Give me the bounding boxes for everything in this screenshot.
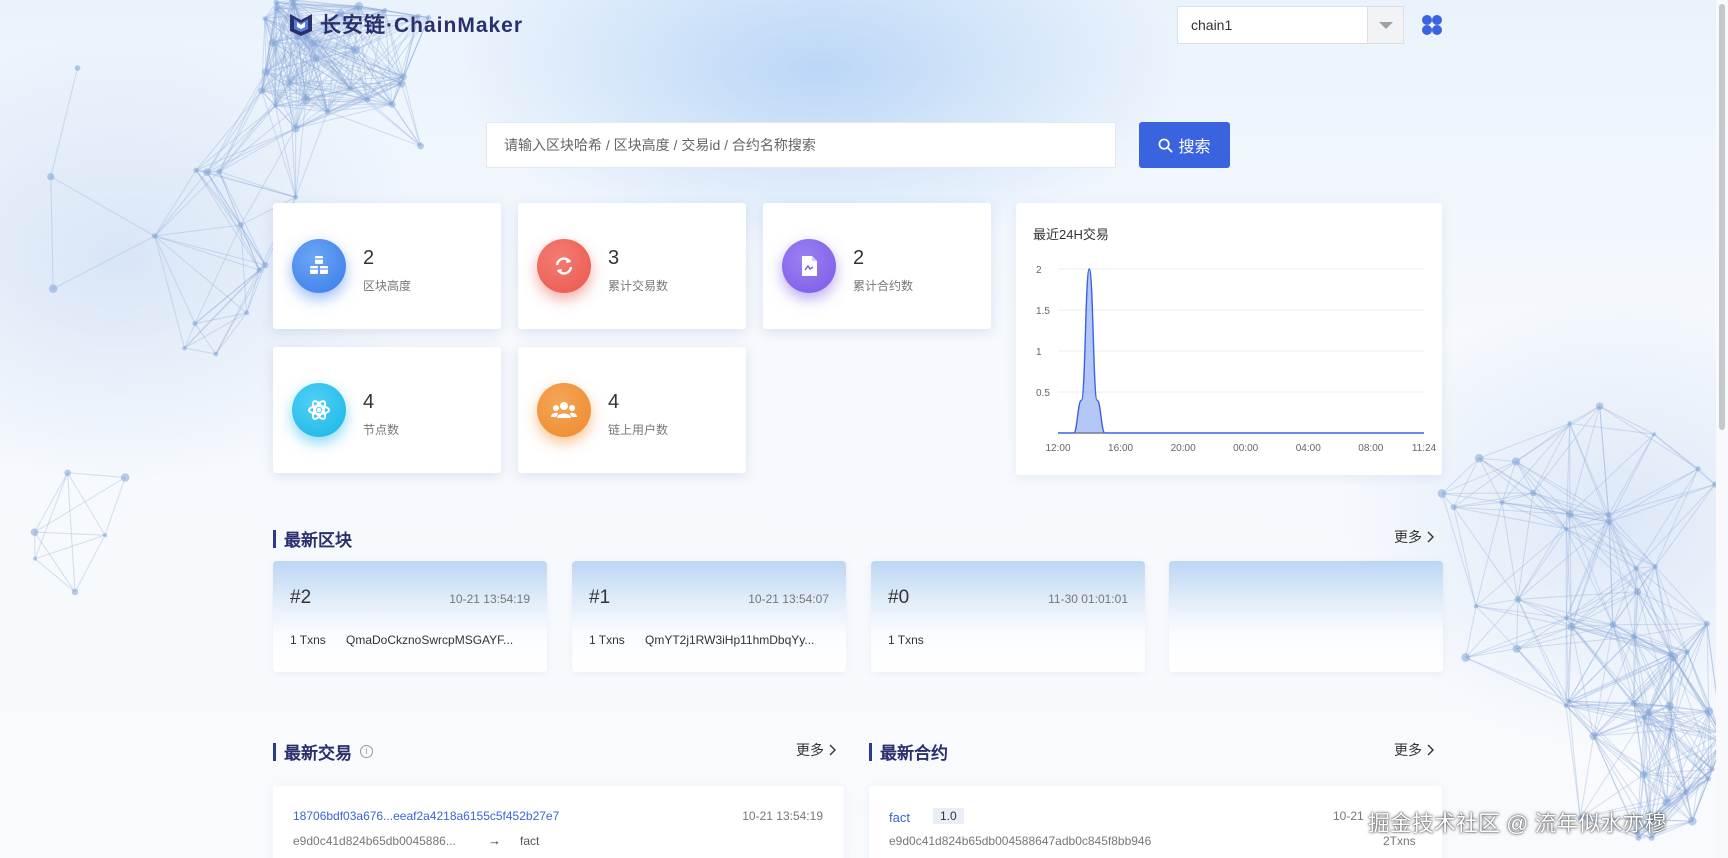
x-tick-label: 11:24 [1412, 443, 1437, 454]
arrow-right-icon: → [488, 833, 501, 848]
stat-card-total-transactions[interactable]: 3 累计交易数 [518, 203, 746, 329]
latest-txs-title: 最新交易 i [273, 739, 373, 764]
block-card-empty [1169, 561, 1443, 672]
stat-card-total-contracts[interactable]: 2 累计合约数 [763, 203, 991, 329]
block-time: 10-21 13:54:19 [449, 592, 530, 606]
block-txns: 1 Txns [589, 633, 625, 647]
block-card[interactable]: #0 11-30 01:01:01 1 Txns [871, 561, 1145, 672]
latest-txs-more-link[interactable]: 更多 [796, 740, 836, 760]
chain-select-value: chain1 [1191, 17, 1233, 33]
users-icon [537, 383, 591, 437]
watermark: 掘金技术社区 @ 流年似水亦穆 [1368, 811, 1667, 836]
latest-blocks-title-text: 最新区块 [284, 531, 352, 550]
block-time: 10-21 13:54:07 [748, 592, 829, 606]
chain-select[interactable]: chain1 [1177, 6, 1404, 44]
chevron-right-icon [1427, 531, 1434, 543]
stat-card-nodes[interactable]: 4 节点数 [273, 347, 501, 473]
chevron-right-icon [1427, 744, 1434, 756]
latest-contracts-title: 最新合约 [869, 739, 948, 764]
stat-value: 4 [608, 391, 620, 413]
app-grid-icon[interactable] [1421, 14, 1443, 36]
stat-label: 区块高度 [363, 279, 412, 293]
x-tick-label: 16:00 [1108, 443, 1133, 454]
more-label: 更多 [796, 742, 824, 758]
stat-value: 2 [853, 247, 865, 269]
y-tick-label: 0.5 [1036, 388, 1050, 399]
latest-contracts-more-link[interactable]: 更多 [1394, 740, 1434, 760]
chainmaker-logo[interactable]: 长安链·ChainMaker [288, 10, 523, 38]
contract-version-badge: 1.0 [933, 808, 964, 824]
y-tick-label: 1.5 [1036, 306, 1050, 317]
latest-blocks-more-link[interactable]: 更多 [1394, 527, 1434, 547]
x-tick-label: 12:00 [1045, 443, 1070, 454]
stat-value: 3 [608, 247, 620, 269]
latest-txs-title-text: 最新交易 [284, 744, 352, 763]
tx-list-item: 18706bdf03a676...eeaf2a4218a6155c5f452b2… [273, 786, 844, 858]
block-number: #2 [290, 587, 312, 608]
x-tick-label: 20:00 [1171, 443, 1196, 454]
contract-creator[interactable]: e9d0c41d824b65db004588647adb0c845f8bb946 [889, 834, 1151, 848]
search-button[interactable]: 搜索 [1139, 122, 1230, 168]
top-header: 长安链·ChainMaker chain1 [0, 0, 1728, 50]
chevron-down-icon[interactable] [1367, 7, 1403, 43]
stat-label: 链上用户数 [608, 423, 669, 437]
x-tick-label: 04:00 [1296, 443, 1321, 454]
contract-icon [782, 239, 836, 293]
more-label: 更多 [1394, 529, 1422, 545]
block-number: #1 [589, 587, 611, 608]
search-button-label: 搜索 [1178, 139, 1211, 156]
stat-label: 累计交易数 [608, 279, 669, 293]
y-tick-label: 1 [1036, 347, 1042, 358]
tx-24h-chart-card: 最近24H交易 2 1.5 1 0.5 12:00 16:00 20:00 00:00 04:0… [1016, 203, 1442, 475]
tx-hash-link[interactable]: 18706bdf03a676...eeaf2a4218a6155c5f452b2… [293, 809, 559, 823]
contract-name-link[interactable]: fact [889, 810, 910, 825]
stat-label: 节点数 [363, 423, 400, 437]
stat-value: 2 [363, 247, 375, 269]
y-tick-label: 2 [1036, 265, 1042, 276]
block-hash[interactable]: QmYT2j1RW3iHp11hmDbqYy... [645, 633, 829, 647]
block-card[interactable]: #1 10-21 13:54:07 1 Txns QmYT2j1RW3iHp11… [572, 561, 846, 672]
logo-text: 长安链·ChainMaker [320, 14, 524, 37]
more-label: 更多 [1394, 742, 1422, 758]
stat-card-chain-users[interactable]: 4 链上用户数 [518, 347, 746, 473]
block-hash[interactable]: QmaDoCkznoSwrcpMSGAYF... [346, 633, 530, 647]
block-txns: 1 Txns [290, 633, 326, 647]
cubes-icon [292, 239, 346, 293]
chevron-right-icon [829, 744, 836, 756]
x-tick-label: 08:00 [1358, 443, 1383, 454]
search-input[interactable] [487, 123, 1115, 167]
x-tick-label: 00:00 [1233, 443, 1258, 454]
scrollbar-thumb[interactable] [1719, 4, 1725, 430]
block-number: #0 [888, 587, 910, 608]
chainmaker-logo-icon [290, 14, 312, 36]
stat-value: 4 [363, 391, 375, 413]
stat-card-block-height[interactable]: 2 区块高度 [273, 203, 501, 329]
tx-time: 10-21 13:54:19 [742, 809, 823, 823]
contract-list-item: fact 1.0 10-21 e9d0c41d824b65db004588647… [869, 786, 1442, 858]
node-icon [292, 383, 346, 437]
block-card[interactable]: #2 10-21 13:54:19 1 Txns QmaDoCkznoSwrcp… [273, 561, 547, 672]
tx-24h-chart: 2 1.5 1 0.5 12:00 16:00 20:00 00:00 04:00 08:00 11… [1036, 265, 1437, 454]
info-icon[interactable]: i [360, 745, 373, 758]
contract-time: 10-21 [1333, 809, 1364, 823]
refresh-icon [537, 239, 591, 293]
search-box [486, 122, 1116, 168]
block-txns: 1 Txns [888, 633, 924, 647]
search-icon [1159, 138, 1173, 152]
tx-from[interactable]: e9d0c41d824b65db0045886... [293, 834, 465, 848]
page-scrollbar[interactable] [1716, 0, 1728, 858]
block-time: 11-30 01:01:01 [1048, 592, 1128, 606]
latest-contracts-title-text: 最新合约 [880, 744, 948, 763]
tx-to[interactable]: fact [520, 834, 539, 848]
latest-blocks-title: 最新区块 [273, 526, 352, 551]
stat-label: 累计合约数 [853, 279, 914, 293]
